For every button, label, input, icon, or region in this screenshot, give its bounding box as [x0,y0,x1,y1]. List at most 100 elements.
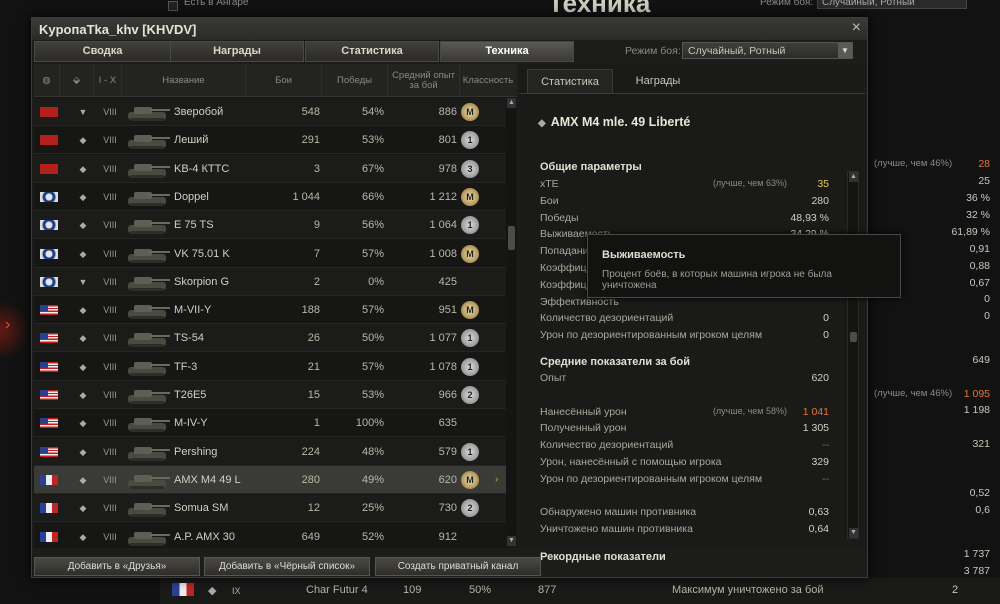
nation-sort-icon[interactable]: ◍ [34,64,60,97]
stat-value: 0 [823,312,829,325]
stat-label: Обнаружено машин противника [540,506,697,519]
tier: VIII [103,361,117,372]
table-row[interactable]: ◆ VIII Doppel 1 044 66% 1 212 M [34,183,506,211]
wins: 48% [361,445,384,458]
add-friend-button[interactable]: Добавить в «Друзья» [34,557,200,576]
stat-row[interactable]: Урон по дезориентированным игроком целям… [540,329,829,345]
stat-row[interactable] [540,389,829,405]
vehicle-name: Skorpion G [174,275,230,288]
mastery-sort-header[interactable]: Классность [460,64,516,97]
vehicle-type-icon: ◆ [79,474,87,485]
stat-row[interactable]: Нанесённый урон (лучше, чем 58%) 1 041 [540,406,829,422]
tier: VIII [103,135,117,146]
table-row[interactable]: ▼ VIII Skorpion G 2 0% 425 [34,267,506,296]
table-row[interactable]: ◆ VIII Somua SM 12 25% 730 2 [34,494,506,523]
table-row[interactable]: ◆ VIII T26E5 15 53% 966 2 [34,381,506,409]
compare-row: 36 % [868,192,1000,208]
compare-row: 1 198 [868,404,1000,420]
blacklist-button[interactable]: Добавить в «Чёрный список» [204,557,370,576]
table-row[interactable]: ◆ VIII VK 75.01 K 7 57% 1 008 M [34,240,506,268]
vehicle-title: ◆ AMX M4 mle. 49 Liberté [538,115,690,129]
scroll-thumb[interactable] [508,226,515,250]
compare-row: 0 [868,310,1000,326]
ussr-flag-icon [40,163,58,174]
stats-tab-awards[interactable]: Награды [615,69,701,93]
compare-value: 1 095 [963,388,990,400]
stat-row[interactable]: Урон, нанесённый с помощью игрока 329 [540,456,829,472]
table-row[interactable]: ◆ VIII M-IV-Y 1 100% 635 [34,409,506,438]
compare-row: (лучше, чем 46%) 1 095 [868,388,1000,404]
battles-sort-header[interactable]: Бои [246,64,322,97]
stat-label: Количество дезориентаций [540,312,674,325]
table-row[interactable]: ◆ VIII KB-4 КТТС 3 67% 978 3 [34,154,506,183]
wins-sort-header[interactable]: Победы [322,64,388,97]
type-sort-icon[interactable]: ⬙ [60,64,94,97]
tab-statistics[interactable]: Статистика [305,41,439,62]
stat-value: 280 [811,194,829,207]
tier: VIII [103,305,117,316]
table-scrollbar[interactable]: ▲ ▼ [506,98,516,546]
vehicle-type-icon: ◆ [79,390,87,400]
scroll-down-icon[interactable]: ▼ [849,528,858,538]
stat-row[interactable]: Урон по дезориентированным игроком целям… [540,473,829,489]
stat-row[interactable] [540,490,829,506]
scroll-up-icon[interactable]: ▲ [849,172,858,182]
in-garage-checkbox[interactable] [168,1,178,11]
vehicle-type-icon: ◆ [79,163,87,174]
stat-row[interactable]: Уничтожено машин противника 0,64 [540,523,829,539]
vehicle-type-icon: ◆ [79,361,87,372]
left-arrow-icon[interactable]: › [0,300,30,360]
table-row[interactable]: ◆ VIII AMX M4 49 L 280 49% 620 M › [34,465,506,494]
table-row[interactable]: ◆ VIII Леший 291 53% 801 1 [34,126,506,155]
tank-thumbnail [124,383,172,407]
table-row[interactable]: ◆ VIII A.P. AMX 30 649 52% 912 [34,523,506,549]
stat-row[interactable]: хТЕ (лучше, чем 63%) 35 [540,178,829,194]
battles: 12 [307,502,320,515]
stats-tab-statistics[interactable]: Статистика [527,69,613,93]
battles: 9 [313,219,320,232]
wins: 66% [361,190,384,203]
stat-row[interactable]: Количество дезориентаций -- [540,439,829,455]
tab-awards[interactable]: Награды [170,41,304,62]
tank-thumbnail [124,496,172,520]
wins: 25% [361,502,384,515]
vehicle-name: E 75 TS [174,219,214,232]
compare-row: 321 [868,438,1000,454]
selected-arrow-icon: › [495,473,499,485]
wins: 53% [361,389,384,401]
name-sort-header[interactable]: Название [122,64,246,97]
stat-row[interactable]: Бои 280 [540,195,829,211]
private-channel-button[interactable]: Создать приватный канал [375,557,541,576]
table-row[interactable]: ◆ VIII TF-3 21 57% 1 078 1 [34,353,506,381]
stat-row[interactable]: Количество дезориентаций 0 [540,312,829,328]
tier-sort-header[interactable]: I - X [94,64,122,97]
tab-vehicles[interactable]: Техника [440,41,574,62]
close-icon[interactable]: × [852,19,861,37]
tank-thumbnail [124,100,172,124]
stat-row[interactable]: Полученный урон 1 305 [540,422,829,438]
stat-row[interactable]: Опыт 620 [540,372,829,388]
wins: 100% [355,417,384,430]
table-row[interactable]: ◆ VIII TS-54 26 50% 1 077 1 [34,324,506,353]
battles: 2 [313,275,320,288]
tab-summary[interactable]: Сводка [34,41,171,62]
scroll-up-icon[interactable]: ▲ [507,98,516,108]
table-row[interactable]: ▼ VIII Зверобой 548 54% 886 M [34,98,506,126]
battle-mode-select[interactable]: Случайный, Ротный ▼ [682,42,853,59]
stat-row[interactable]: Обнаружено машин противника 0,63 [540,506,829,522]
battles: 188 [301,304,320,317]
stats-scroll-thumb[interactable] [850,332,857,342]
scroll-down-icon[interactable]: ▼ [507,536,516,546]
tank-thumbnail [124,242,172,266]
tank-thumbnail [124,468,172,492]
avg-xp: 801 [438,134,457,147]
table-row[interactable]: ◆ VIII M-VII-Y 188 57% 951 M [34,296,506,325]
stats-scrollbar[interactable]: ▲ ▼ [847,171,859,539]
background-mode-select[interactable]: Случайный, Ротный [817,0,967,9]
stat-row[interactable]: Победы 48,93 % [540,212,829,228]
table-row[interactable]: ◆ VIII E 75 TS 9 56% 1 064 1 [34,211,506,240]
wins: 54% [361,106,384,118]
vehicle-type-icon: ◆ [79,248,87,259]
table-row[interactable]: ◆ VIII Pershing 224 48% 579 1 [34,437,506,466]
xp-sort-header[interactable]: Средний опыт за бой [388,64,460,97]
